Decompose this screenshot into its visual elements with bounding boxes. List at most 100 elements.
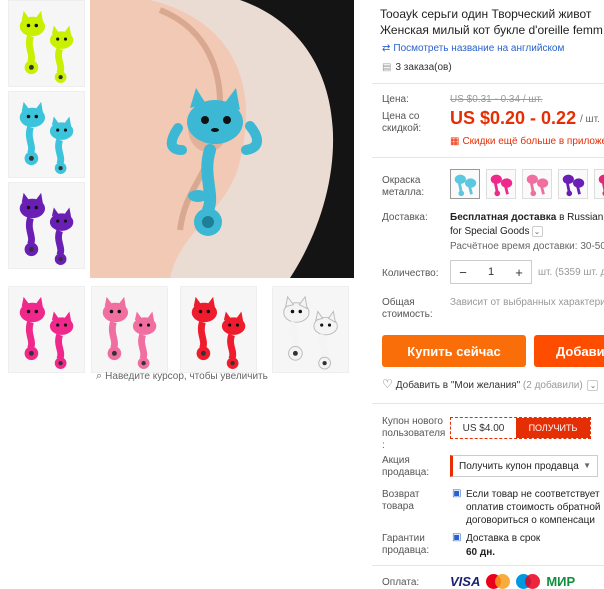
heart-icon: ♡ (382, 377, 393, 391)
app-discount-text: Скидки ещё больше в приложе (462, 136, 604, 147)
payment-methods: VISA МИР (450, 574, 575, 589)
thumb-lightpink[interactable] (91, 286, 168, 373)
swatch-purple[interactable] (558, 169, 588, 199)
swatch-lightpink[interactable] (522, 169, 552, 199)
main-image-art (90, 0, 354, 278)
thumb-yellow[interactable] (8, 0, 85, 87)
zoom-hint: ⌕ Наведите курсор, чтобы увеличить (96, 370, 268, 383)
quantity-input[interactable]: 1 (488, 266, 494, 278)
discount-icon: ▦ (450, 136, 460, 147)
divider (372, 157, 604, 158)
new-user-coupon: US $4.00 ПОЛУЧИТЬ (450, 417, 591, 439)
total-label-1: Общая (382, 297, 415, 308)
color-label-1: Окраска (382, 175, 421, 186)
translate-title-text: Посмотреть название на английском (393, 43, 565, 54)
divider (372, 83, 604, 84)
thumb-red[interactable] (180, 286, 257, 373)
chevron-down-icon[interactable]: ⌄ (531, 225, 543, 237)
wishlist-count: (2 добавили) (522, 380, 583, 391)
quantity-label: Количество: (382, 268, 439, 279)
total-label-2: стоимость: (382, 309, 433, 320)
thumb-white[interactable] (272, 286, 349, 373)
get-coupon-button[interactable]: ПОЛУЧИТЬ (516, 418, 590, 438)
orders-icon: ▤ (382, 62, 392, 73)
swatch-magenta[interactable] (594, 169, 604, 199)
shipping-method-text: for Special Goods (450, 226, 530, 237)
returns-line2: оплатив стоимость обратной (466, 502, 601, 513)
seller-promo-label-1: Акция (382, 455, 410, 466)
seller-promo-label-2: продавца: (382, 467, 430, 478)
shipping-label: Доставка: (382, 212, 428, 223)
thumb-cyan[interactable] (8, 91, 85, 178)
translate-title-link[interactable]: ⇄ Посмотреть название на английском (382, 43, 564, 54)
shipping-free-text: Бесплатная доставка (450, 212, 557, 223)
total-label: Общая стоимость: (382, 297, 433, 321)
chevron-down-icon[interactable]: ⌄ (587, 379, 599, 391)
returns-line1: Если товар не соответствует (466, 489, 600, 500)
guarantee-label-1: Гарантии (382, 533, 425, 544)
coupon-amount: US $4.00 (451, 418, 516, 438)
quantity-stepper: − 1 + (450, 260, 532, 284)
original-price: US $0.31 - 0.34 / шт. (450, 94, 543, 105)
product-title: Tooayk серьги один Творческий живот Женс… (380, 6, 604, 38)
shipping-estimate: Расчётное время доставки: 30-50 (450, 241, 604, 252)
caret-down-icon: ▼ (583, 461, 591, 470)
mastercard-logo (486, 574, 511, 589)
returns-label-2: товара (382, 501, 414, 512)
payment-label: Оплата: (382, 577, 420, 588)
product-title-line1: Tooayk серьги один Творческий живот (380, 7, 592, 21)
buy-now-button[interactable]: Купить сейчас (382, 335, 526, 367)
zoom-icon: ⌕ (96, 370, 103, 382)
returns-label-1: Возврат (382, 489, 420, 500)
divider (372, 565, 604, 566)
mir-logo: МИР (546, 574, 576, 589)
seller-coupon-text: Получить купон продавца (459, 460, 579, 472)
returns-label: Возврат товара (382, 489, 420, 513)
add-to-wishlist-link[interactable]: ♡ Добавить в "Мои желания" (2 добавили) ⌄ (382, 377, 599, 391)
new-user-coupon-label: Купон нового пользователя : (382, 416, 445, 452)
shield-icon: ▣ (452, 488, 462, 499)
seller-promo-label: Акция продавца: (382, 455, 429, 479)
quantity-available: шт. (5359 шт. д (538, 267, 604, 278)
thumb-pink[interactable] (8, 286, 85, 373)
new-user-coupon-label-2: пользователя (382, 428, 446, 439)
quantity-plus-button[interactable]: + (513, 265, 525, 280)
discount-price-label-2: скидкой: (382, 123, 422, 134)
new-user-coupon-label-3: : (382, 440, 385, 451)
product-title-line2: Женская милый кот букле d'oreille femm (380, 23, 603, 37)
visa-logo: VISA (450, 574, 481, 589)
guarantee-line1: Доставка в срок (466, 533, 541, 544)
seller-coupon-select[interactable]: Получить купон продавца ▼ (450, 455, 598, 477)
returns-line3: договориться о компенсаци (466, 515, 595, 526)
shipping-option[interactable]: Бесплатная доставка в Russian for Specia… (450, 211, 603, 239)
app-discount-link[interactable]: ▦ Скидки ещё больше в приложе (450, 136, 604, 147)
guarantee-label-2: продавца: (382, 545, 430, 556)
price-unit: / шт. (580, 114, 600, 125)
swatch-pink[interactable] (486, 169, 516, 199)
total-value: Зависит от выбранных характери (450, 297, 604, 308)
thumb-purple[interactable] (8, 182, 85, 269)
main-product-image[interactable] (90, 0, 354, 278)
shield-icon: ▣ (452, 532, 462, 543)
translate-icon: ⇄ (382, 43, 391, 54)
divider (372, 403, 604, 404)
color-label: Окраска металла: (382, 175, 424, 199)
guarantee-days: 60 дн. (466, 547, 496, 558)
orders-count-text: 3 заказа(ов) (395, 62, 452, 73)
orders-count: ▤ 3 заказа(ов) (382, 62, 452, 73)
price-label: Цена: (382, 94, 409, 105)
maestro-logo (516, 574, 541, 589)
discount-price-label: Цена со скидкой: (382, 111, 421, 135)
zoom-hint-text: Наведите курсор, чтобы увеличить (105, 371, 268, 382)
product-details: Tooayk серьги один Творческий живот Женс… (372, 0, 604, 589)
add-to-cart-button[interactable]: Добави (534, 335, 604, 367)
shipping-dest-text: в Russian (556, 212, 604, 223)
discount-price-label-1: Цена со (382, 111, 420, 122)
guarantee-label: Гарантии продавца: (382, 533, 429, 557)
product-gallery: ⌕ Наведите курсор, чтобы увеличить (0, 0, 360, 589)
swatch-cyan[interactable] (450, 169, 480, 199)
new-user-coupon-label-1: Купон нового (382, 416, 443, 427)
discount-price: US $0.20 - 0.22 (450, 108, 577, 128)
quantity-minus-button[interactable]: − (457, 265, 469, 280)
color-label-2: металла: (382, 187, 425, 198)
